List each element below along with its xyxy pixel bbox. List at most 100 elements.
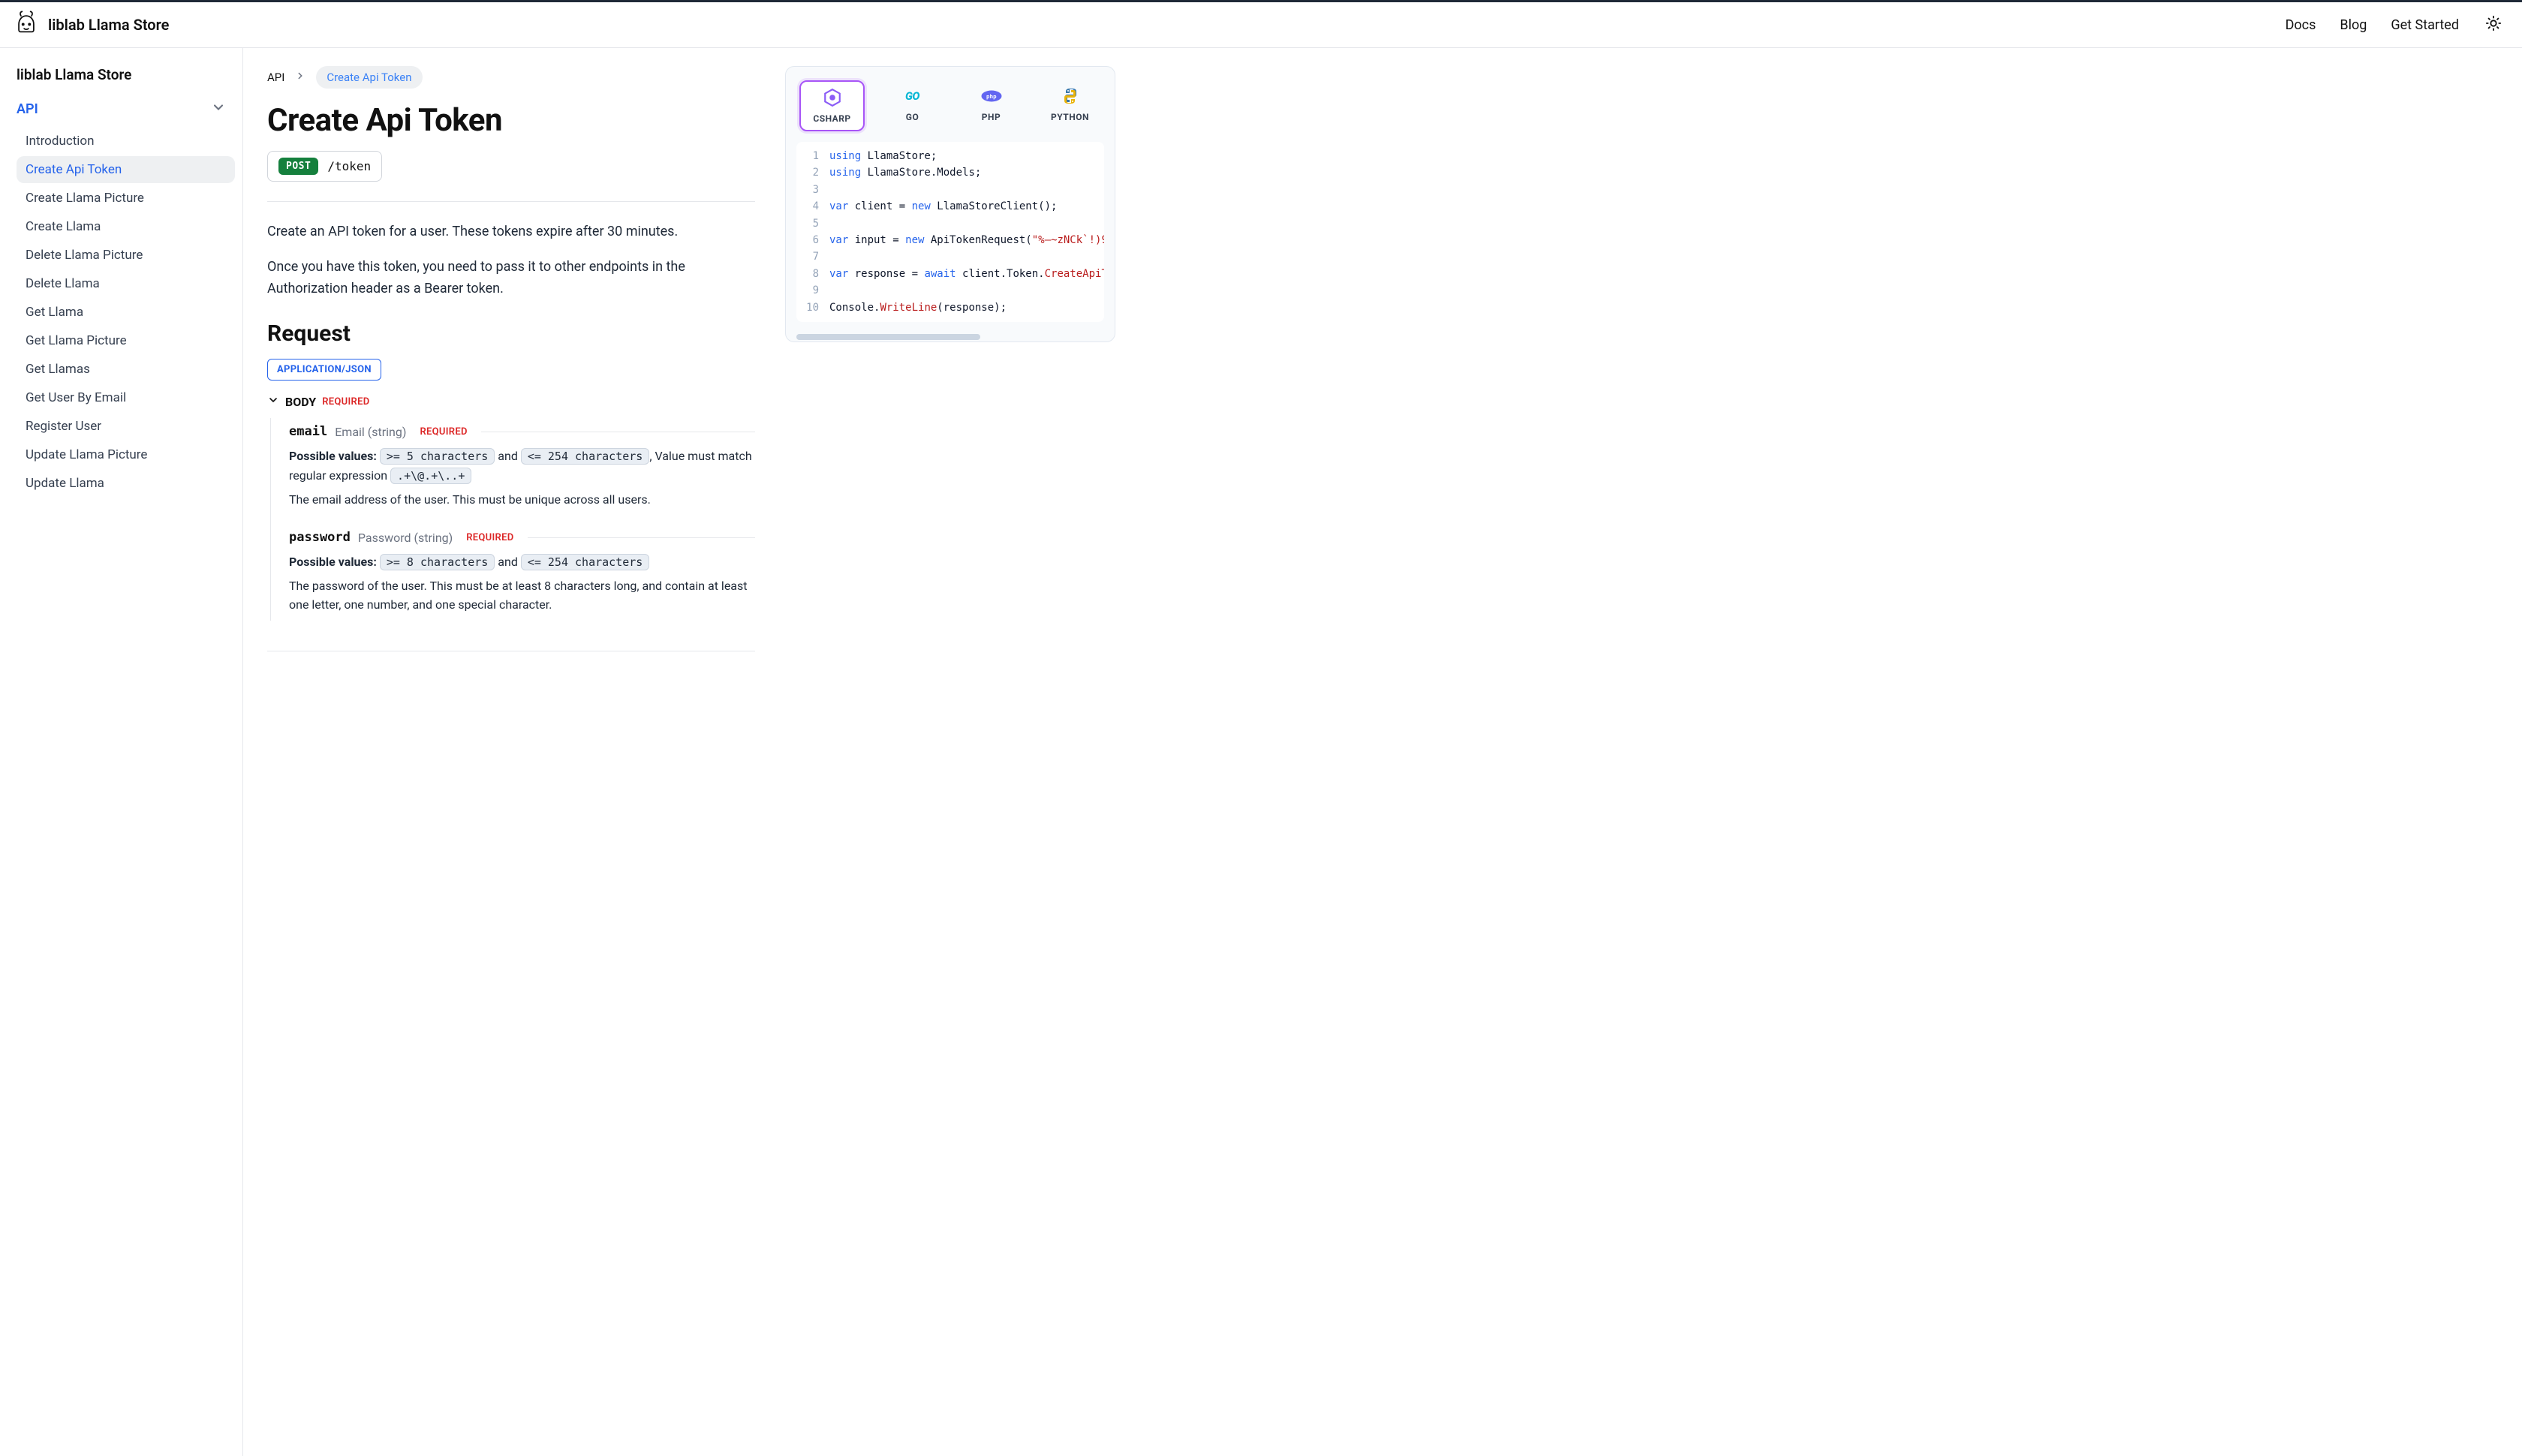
page-description-2: Once you have this token, you need to pa…	[267, 257, 755, 300]
code-content: var client = new LlamaStoreClient();	[829, 198, 1057, 215]
field-description: The password of the user. This must be a…	[289, 576, 755, 615]
constraint-chip: <= 254 characters	[521, 554, 650, 570]
lang-tab-php[interactable]: php PHP	[960, 80, 1022, 131]
line-number: 6	[796, 232, 829, 248]
go-icon: GO	[901, 88, 924, 104]
line-number: 4	[796, 198, 829, 215]
body-label: BODY	[285, 395, 316, 409]
brand-name: liblab Llama Store	[48, 16, 169, 34]
code-block: 1using LlamaStore;2using LlamaStore.Mode…	[796, 142, 1104, 322]
nav-docs[interactable]: Docs	[2286, 17, 2316, 33]
brand[interactable]: liblab Llama Store	[14, 11, 169, 40]
endpoint-path: /token	[327, 159, 371, 173]
field-header: passwordPassword (string)REQUIRED	[289, 530, 755, 545]
sidebar-item[interactable]: Get Llamas	[17, 356, 235, 383]
breadcrumb-current: Create Api Token	[316, 66, 422, 89]
sidebar-item[interactable]: Update Llama	[17, 470, 235, 497]
brand-logo-icon	[14, 11, 39, 40]
sidebar-item[interactable]: Create Api Token	[17, 156, 235, 183]
code-line: 6var input = new ApiTokenRequest("%—~zNC…	[796, 232, 1104, 248]
sun-icon	[2485, 15, 2502, 35]
sidebar-section-label: API	[17, 101, 38, 117]
python-icon	[1059, 88, 1082, 104]
sidebar-item-label: Get Llamas	[26, 362, 90, 377]
lang-tab-label: PYTHON	[1051, 112, 1089, 122]
code-content	[829, 182, 835, 198]
topbar: liblab Llama Store Docs Blog Get Started	[0, 0, 2522, 48]
request-field: emailEmail (string)REQUIRED Possible valu…	[289, 424, 755, 509]
field-type: Email (string)	[335, 425, 406, 439]
field-body: Possible values: >= 8 characters and <= …	[289, 552, 755, 615]
code-content: var response = await client.Token.Create…	[829, 266, 1104, 282]
horizontal-scrollbar[interactable]	[796, 334, 980, 340]
code-line: 9	[796, 282, 1104, 299]
sidebar-section-api[interactable]: API	[0, 94, 242, 125]
lang-tab-label: GO	[906, 112, 919, 122]
sidebar-item-label: Update Llama Picture	[26, 447, 147, 462]
lang-tab-label: CSHARP	[813, 113, 850, 124]
required-tag: REQUIRED	[322, 396, 369, 408]
field-description: The email address of the user. This must…	[289, 490, 755, 510]
code-content	[829, 282, 835, 299]
code-content: Console.WriteLine(response);	[829, 299, 1007, 316]
sidebar-item-label: Delete Llama Picture	[26, 248, 143, 263]
theme-toggle-button[interactable]	[2483, 14, 2504, 35]
sidebar-item[interactable]: Register User	[17, 413, 235, 440]
code-line: 5	[796, 215, 1104, 232]
sidebar-item[interactable]: Create Llama	[17, 213, 235, 240]
code-content: var input = new ApiTokenRequest("%—~zNCk…	[829, 232, 1104, 248]
sidebar-item-label: Get Llama Picture	[26, 333, 127, 348]
sidebar-item[interactable]: Update Llama Picture	[17, 441, 235, 468]
line-number: 7	[796, 248, 829, 265]
sidebar-item[interactable]: Get Llama Picture	[17, 327, 235, 354]
line-number: 1	[796, 148, 829, 164]
code-content: using LlamaStore;	[829, 148, 937, 164]
code-line: 1using LlamaStore;	[796, 148, 1104, 164]
nav-blog[interactable]: Blog	[2340, 17, 2367, 33]
and-label: and	[498, 555, 518, 569]
content-type-pill[interactable]: APPLICATION/JSON	[267, 359, 381, 381]
sidebar-item[interactable]: Introduction	[17, 128, 235, 155]
breadcrumb: API Create Api Token	[267, 66, 755, 89]
possible-values-label: Possible values:	[289, 449, 377, 463]
sidebar-item-label: Get Llama	[26, 305, 83, 320]
required-tag: REQUIRED	[466, 532, 513, 543]
field-body: Possible values: >= 5 characters and <= …	[289, 447, 755, 509]
code-line: 4var client = new LlamaStoreClient();	[796, 198, 1104, 215]
svg-text:php: php	[986, 93, 997, 100]
sidebar-item-label: Create Llama Picture	[26, 191, 144, 206]
line-number: 8	[796, 266, 829, 282]
line-number: 5	[796, 215, 829, 232]
php-icon: php	[980, 88, 1003, 104]
lang-tab-go[interactable]: GO GO	[881, 80, 943, 131]
constraint-chip: >= 8 characters	[380, 554, 495, 570]
field-header: emailEmail (string)REQUIRED	[289, 424, 755, 439]
line-number: 9	[796, 282, 829, 299]
topnav: Docs Blog Get Started	[2286, 14, 2504, 35]
sidebar-item[interactable]: Get User By Email	[17, 384, 235, 411]
page-title: Create Api Token	[267, 102, 755, 139]
endpoint-row: POST /token	[267, 151, 382, 182]
code-content	[829, 248, 835, 265]
sidebar-item-label: Introduction	[26, 134, 95, 149]
nav-get-started[interactable]: Get Started	[2391, 17, 2459, 33]
lang-tab-csharp[interactable]: CSHARP	[799, 80, 865, 131]
sidebar-item[interactable]: Create Llama Picture	[17, 185, 235, 212]
sidebar: liblab Llama Store API IntroductionCreat…	[0, 48, 243, 1456]
body-toggle[interactable]: BODY REQUIRED	[267, 394, 755, 409]
and-label: and	[498, 449, 518, 463]
code-content	[829, 215, 835, 232]
code-line: 2using LlamaStore.Models;	[796, 164, 1104, 181]
sidebar-item[interactable]: Delete Llama Picture	[17, 242, 235, 269]
lang-tab-label: PHP	[982, 112, 1001, 122]
line-number: 2	[796, 164, 829, 181]
breadcrumb-root[interactable]: API	[267, 71, 284, 84]
sidebar-item[interactable]: Delete Llama	[17, 270, 235, 297]
sidebar-item-label: Update Llama	[26, 476, 104, 491]
field-name: password	[289, 530, 351, 545]
lang-tab-python[interactable]: PYTHON	[1039, 80, 1101, 131]
csharp-icon	[821, 89, 844, 106]
sidebar-item[interactable]: Get Llama	[17, 299, 235, 326]
code-line: 8var response = await client.Token.Creat…	[796, 266, 1104, 282]
code-line: 7	[796, 248, 1104, 265]
